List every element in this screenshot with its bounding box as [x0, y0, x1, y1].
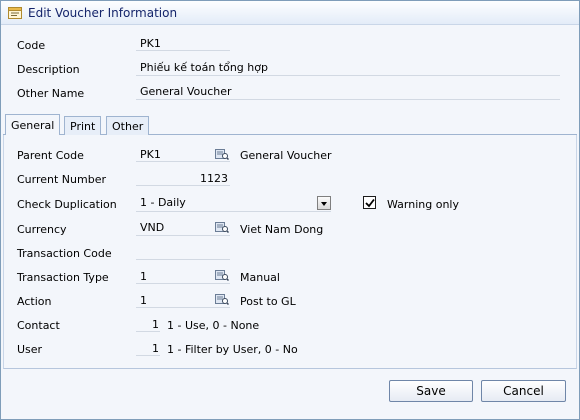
currency-label: Currency — [17, 223, 67, 236]
action-label: Action — [17, 295, 52, 308]
lookup-icon[interactable] — [215, 149, 230, 161]
action-field[interactable]: 1 — [140, 294, 147, 307]
edit-voucher-window: Edit Voucher Information Code PK1 Descri… — [0, 0, 580, 420]
transaction-type-label: Transaction Type — [17, 271, 109, 284]
check-duplication-label: Check Duplication — [17, 198, 117, 211]
tab-other[interactable]: Other — [106, 116, 150, 135]
parent-code-underline — [136, 161, 230, 162]
action-underline — [136, 307, 230, 308]
voucher-form-icon — [8, 6, 22, 19]
current-number-underline — [136, 185, 230, 186]
user-underline — [136, 355, 160, 356]
transaction-type-underline — [136, 283, 230, 284]
contact-description: 1 - Use, 0 - None — [167, 319, 260, 332]
tab-strip: General Print Other — [3, 113, 577, 135]
code-label: Code — [17, 39, 46, 52]
parent-code-description: General Voucher — [240, 149, 332, 162]
dropdown-arrow-icon[interactable] — [317, 196, 331, 210]
description-underline — [136, 75, 560, 76]
title-bar: Edit Voucher Information — [1, 1, 579, 25]
description-field[interactable]: Phiếu kế toán tổng hợp — [140, 61, 268, 74]
check-duplication-underline — [136, 211, 331, 212]
lookup-icon[interactable] — [215, 270, 230, 282]
contact-field[interactable]: 1 — [136, 318, 159, 331]
cancel-button[interactable]: Cancel — [481, 380, 566, 402]
window-title: Edit Voucher Information — [28, 6, 178, 20]
lookup-icon[interactable] — [215, 222, 230, 234]
tab-print[interactable]: Print — [64, 116, 102, 135]
transaction-code-label: Transaction Code — [17, 247, 112, 260]
warning-only-checkbox[interactable] — [363, 196, 376, 209]
checkmark-icon — [365, 198, 375, 208]
parent-code-label: Parent Code — [17, 149, 84, 162]
user-label: User — [17, 343, 43, 356]
check-duplication-value: 1 - Daily — [140, 196, 186, 209]
save-button[interactable]: Save — [389, 380, 473, 402]
currency-description: Viet Nam Dong — [240, 223, 324, 236]
code-field[interactable]: PK1 — [140, 37, 161, 50]
user-field[interactable]: 1 — [136, 342, 159, 355]
contact-label: Contact — [17, 319, 60, 332]
transaction-type-field[interactable]: 1 — [140, 270, 147, 283]
transaction-type-description: Manual — [240, 271, 280, 284]
other-name-field[interactable]: General Voucher — [140, 85, 232, 98]
user-description: 1 - Filter by User, 0 - No — [167, 343, 298, 356]
other-name-underline — [136, 99, 560, 100]
action-description: Post to GL — [240, 295, 296, 308]
description-label: Description — [17, 63, 80, 76]
current-number-label: Current Number — [17, 173, 106, 186]
currency-field[interactable]: VND — [140, 221, 164, 234]
lookup-icon[interactable] — [215, 294, 230, 306]
tab-general[interactable]: General — [5, 114, 61, 135]
other-name-label: Other Name — [17, 87, 85, 100]
current-number-field[interactable]: 1123 — [136, 172, 228, 185]
code-underline — [136, 50, 230, 51]
check-duplication-select[interactable]: 1 - Daily — [136, 196, 331, 211]
contact-underline — [136, 331, 160, 332]
currency-underline — [136, 235, 230, 236]
transaction-code-underline — [136, 259, 230, 260]
warning-only-label: Warning only — [387, 198, 459, 211]
parent-code-field[interactable]: PK1 — [140, 148, 161, 161]
